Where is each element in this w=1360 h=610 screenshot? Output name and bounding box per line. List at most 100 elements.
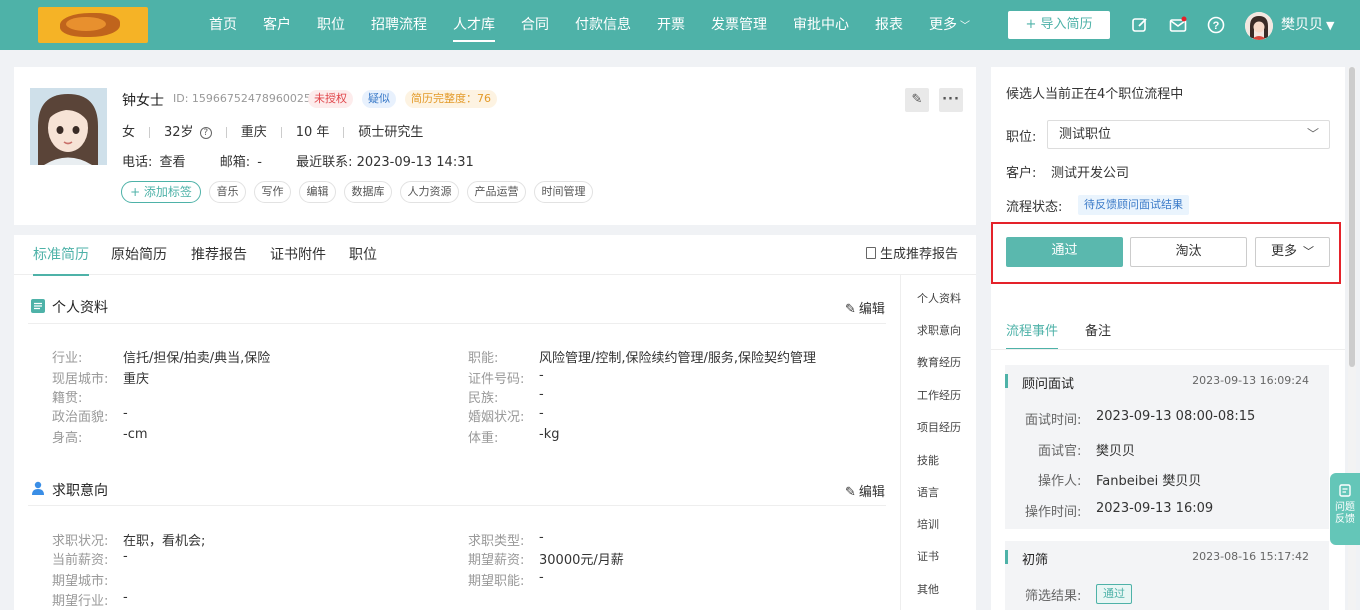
resume-card: 标准简历 原始简历 推荐报告 证书附件 职位 生成推荐报告 个人资料 ✎ 编辑 行…: [14, 235, 976, 610]
phone-label: 电话:: [122, 155, 153, 170]
tab-standard-resume[interactable]: 标准简历: [33, 235, 89, 276]
field-value: -: [539, 530, 544, 545]
tab-notes[interactable]: 备注: [1085, 320, 1111, 339]
nav-talent-pool[interactable]: 人才库: [440, 0, 508, 50]
nav-recruit-flow[interactable]: 招聘流程: [358, 0, 440, 50]
anchor-personal[interactable]: 个人资料: [917, 290, 961, 306]
skill-tag[interactable]: 时间管理: [534, 181, 593, 203]
event-marker: [1005, 550, 1008, 564]
basic-info-row: 女 32岁 ? 重庆 10 年 硕士研究生: [122, 121, 423, 140]
nav-positions[interactable]: 职位: [304, 0, 358, 50]
help-circle-icon[interactable]: ?: [199, 126, 212, 139]
caret-down-icon[interactable]: ▼: [1326, 0, 1334, 52]
field-value: -: [123, 549, 128, 564]
event-card: 初筛 2023-08-16 15:17:42 筛选结果: 通过: [1005, 541, 1329, 610]
skill-tag[interactable]: 人力资源: [400, 181, 459, 203]
divider: [991, 349, 1345, 350]
field-value: -: [539, 368, 544, 383]
edit-profile-button[interactable]: ✎: [905, 88, 929, 112]
skill-tag[interactable]: 编辑: [299, 181, 336, 203]
candidate-name: 钟女士: [122, 93, 164, 109]
anchor-projects[interactable]: 项目经历: [917, 419, 961, 435]
nav-reports[interactable]: 报表: [862, 0, 916, 50]
main-nav: 首页 客户 职位 招聘流程 人才库 合同 付款信息 开票 发票管理 审批中心 报…: [196, 0, 983, 50]
nav-more[interactable]: 更多 ﹀: [916, 0, 983, 50]
pass-button[interactable]: 通过: [1006, 237, 1123, 267]
field-label: 期望职能:: [468, 574, 525, 589]
field-value: 30000元/月薪: [539, 553, 624, 568]
edit-personal-button[interactable]: ✎ 编辑: [845, 298, 885, 317]
field-value: 重庆: [123, 372, 150, 387]
anchor-certificates[interactable]: 证书: [917, 548, 939, 564]
scrollbar-thumb[interactable]: [1349, 67, 1355, 367]
anchor-education[interactable]: 教育经历: [917, 354, 961, 370]
edit-note-icon[interactable]: [1131, 16, 1149, 34]
tab-process-events[interactable]: 流程事件: [1006, 320, 1058, 339]
anchor-intention[interactable]: 求职意向: [917, 322, 961, 338]
skill-tag[interactable]: 音乐: [209, 181, 246, 203]
skill-tag[interactable]: 产品运营: [467, 181, 526, 203]
nav-approval[interactable]: 审批中心: [780, 0, 862, 50]
completeness-badge: 简历完整度：76: [405, 90, 497, 108]
nav-invoice-mgmt[interactable]: 发票管理: [698, 0, 780, 50]
import-resume-button[interactable]: + 导入简历: [1008, 11, 1110, 39]
status-label: 流程状态:: [1006, 200, 1063, 215]
field-label: 求职状况:: [52, 534, 109, 549]
nav-clients[interactable]: 客户: [250, 0, 304, 50]
event-row: 操作时间: 2023-09-13 16:09: [1025, 501, 1213, 520]
mail-icon[interactable]: [1169, 16, 1187, 34]
candidate-photo: [30, 88, 107, 165]
field-label: 身高:: [52, 431, 83, 446]
field-marital: 婚姻状况: -: [468, 406, 544, 425]
client-value: 测试开发公司: [1051, 166, 1130, 181]
event-title: 顾问面试: [1022, 377, 1075, 392]
reject-button[interactable]: 淘汰: [1130, 237, 1247, 267]
edit-label: 编辑: [858, 302, 885, 317]
field-label: 期望薪资:: [468, 553, 525, 568]
field-current-salary: 当前薪资: -: [52, 549, 128, 568]
more-button[interactable]: 更多 ﹀: [1255, 237, 1330, 267]
skill-tag[interactable]: 写作: [254, 181, 291, 203]
pencil-icon: ✎: [845, 302, 856, 317]
anchor-work[interactable]: 工作经历: [917, 387, 961, 403]
position-select[interactable]: 测试职位 ﹀: [1047, 120, 1330, 149]
anchor-other[interactable]: 其他: [917, 581, 939, 597]
candidate-id: ID: 159667524789600256: [173, 92, 318, 105]
phone-view-link[interactable]: 查看: [160, 155, 186, 170]
document-icon: [31, 299, 45, 313]
feedback-button[interactable]: 问题反馈: [1330, 473, 1360, 545]
user-name[interactable]: 樊贝贝: [1281, 0, 1323, 50]
edit-intention-button[interactable]: ✎ 编辑: [845, 481, 885, 500]
company-logo[interactable]: [38, 7, 148, 43]
skill-tag[interactable]: 数据库: [344, 181, 392, 203]
event-row-label: 操作人:: [1038, 474, 1082, 489]
nav-home[interactable]: 首页: [196, 0, 250, 50]
field-value: -: [123, 590, 128, 605]
nav-invoicing[interactable]: 开票: [644, 0, 698, 50]
user-avatar[interactable]: [1245, 12, 1273, 40]
nav-contracts[interactable]: 合同: [508, 0, 562, 50]
anchor-training[interactable]: 培训: [917, 516, 939, 532]
pencil-icon: ✎: [845, 485, 856, 500]
last-contact-label: 最近联系:: [296, 155, 353, 170]
nav-payments[interactable]: 付款信息: [562, 0, 644, 50]
tab-recommend-report[interactable]: 推荐报告: [191, 235, 247, 275]
tab-original-resume[interactable]: 原始简历: [111, 235, 167, 275]
field-value: -: [123, 406, 128, 421]
help-icon[interactable]: ?: [1207, 16, 1225, 34]
pipeline-panel: 候选人当前正在4个职位流程中 职位: 测试职位 ﹀ 客户: 测试开发公司 流程状…: [991, 67, 1345, 610]
field-label: 职能:: [468, 351, 499, 366]
anchor-skills[interactable]: 技能: [917, 452, 939, 468]
more-button-label: 更多: [1270, 244, 1297, 259]
field-label: 婚姻状况:: [468, 410, 525, 425]
tab-position[interactable]: 职位: [349, 235, 377, 275]
anchor-language[interactable]: 语言: [917, 484, 939, 500]
more-actions-button[interactable]: ···: [939, 88, 963, 112]
event-row-label: 面试时间:: [1025, 413, 1082, 428]
tab-certificates[interactable]: 证书附件: [270, 235, 326, 275]
nav-more-label: 更多: [929, 17, 957, 33]
generate-report-button[interactable]: 生成推荐报告: [865, 235, 958, 275]
add-tag-button[interactable]: + 添加标签: [121, 181, 201, 203]
field-label: 现居城市:: [52, 372, 109, 387]
field-value: 在职，看机会;: [123, 534, 206, 549]
